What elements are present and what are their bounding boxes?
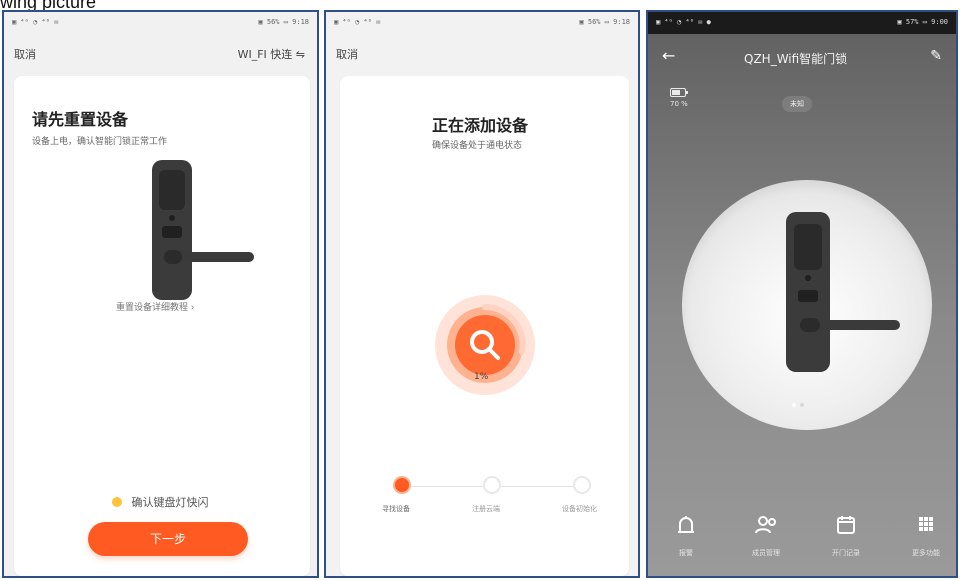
battery-fill	[672, 90, 681, 95]
top-bar: 取消 WI_FI 快连 ⇋	[4, 40, 317, 64]
status-left: ▣ ⁴ᴳ ◔ ⁴⁶ ✉	[12, 18, 59, 26]
status-bar: ▣ ⁴ᴳ ◔ ⁴⁶ ✉ ▣ 56% ▭ 9:18	[326, 12, 638, 34]
carousel-dot[interactable]	[800, 403, 804, 407]
nav-members[interactable]: 成员管理	[736, 512, 796, 558]
confirm-text: 确认键盘灯快闪	[131, 496, 209, 509]
device-title: QZH_Wifi智能门锁	[744, 52, 848, 66]
screen-adding-device: ▣ ⁴ᴳ ◔ ⁴⁶ ✉ ▣ 56% ▭ 9:18 取消 正在添加设备 确保设备处…	[324, 10, 640, 578]
carousel-dots	[792, 392, 822, 407]
nav-records[interactable]: 开门记录	[816, 512, 876, 558]
top-bar: 取消	[326, 40, 638, 64]
step-find-device: 寻找设备	[382, 476, 412, 514]
battery-icon	[670, 88, 688, 97]
step-register-cloud: 注册云端	[472, 476, 502, 514]
grid-icon	[919, 517, 933, 531]
battery-indicator: 70 %	[670, 88, 688, 108]
nav-label: 成员管理	[752, 549, 780, 557]
cancel-button[interactable]: 取消	[14, 46, 36, 62]
nav-label: 报警	[679, 549, 693, 557]
screen-device-detail: ▣ ⁴ᴳ ◔ ⁴⁶ ✉ ● ▣ 57% ▭ 9:00 ← QZH_Wifi智能门…	[646, 10, 958, 578]
calendar-icon	[837, 516, 855, 534]
step-label: 设备初始化	[562, 505, 597, 513]
alarm-icon	[678, 516, 694, 533]
status-right: ▣ 57% ▭ 9:00	[897, 18, 948, 26]
page-subtitle: 确保设备处于通电状态	[432, 141, 523, 151]
users-icon	[755, 516, 776, 534]
step-indicator	[573, 476, 591, 494]
check-icon	[112, 497, 122, 507]
page-title: 请先重置设备	[32, 110, 129, 129]
wifi-quick-connect-button[interactable]: WI_FI 快连 ⇋	[238, 46, 305, 62]
step-label: 寻找设备	[382, 505, 410, 513]
status-badge: 未知	[782, 96, 812, 112]
content-card: 正在添加设备 确保设备处于通电状态 1% 寻找设备 注册云端 设备初始化	[340, 76, 629, 576]
status-bar: ▣ ⁴ᴳ ◔ ⁴⁶ ✉ ▣ 56% ▭ 9:18	[4, 12, 317, 34]
status-left: ▣ ⁴ᴳ ◔ ⁴⁶ ✉	[334, 18, 381, 26]
cancel-button[interactable]: 取消	[336, 46, 358, 62]
back-icon[interactable]: ←	[662, 46, 675, 65]
carousel-dot[interactable]	[792, 403, 796, 407]
status-left: ▣ ⁴ᴳ ◔ ⁴⁶ ✉ ●	[656, 18, 711, 26]
header-bar: ← QZH_Wifi智能门锁 ✎	[648, 40, 956, 74]
reset-tutorial-link[interactable]: 重置设备详细教程 ›	[116, 300, 194, 313]
confirm-row[interactable]: 确认键盘灯快闪	[112, 494, 209, 510]
battery-percent: 70 %	[670, 100, 688, 108]
page-title: 正在添加设备	[432, 116, 529, 135]
nav-more[interactable]: 更多功能	[896, 512, 956, 558]
smart-lock-image	[152, 160, 254, 300]
progress-steps: 寻找设备 注册云端 设备初始化	[382, 476, 597, 526]
status-right: ▣ 56% ▭ 9:18	[579, 18, 630, 26]
searching-animation	[435, 295, 535, 395]
step-indicator	[483, 476, 501, 494]
edit-icon[interactable]: ✎	[930, 48, 942, 64]
progress-percent: 1%	[474, 372, 489, 382]
status-bar: ▣ ⁴ᴳ ◔ ⁴⁶ ✉ ● ▣ 57% ▭ 9:00	[648, 12, 956, 34]
screen-reset-device: ▣ ⁴ᴳ ◔ ⁴⁶ ✉ ▣ 56% ▭ 9:18 取消 WI_FI 快连 ⇋ 请…	[2, 10, 319, 578]
nav-label: 开门记录	[832, 549, 860, 557]
page-subtitle: 设备上电，确认智能门锁正常工作	[32, 137, 168, 147]
bottom-navigation: 报警 成员管理 开门记录 更多功能	[648, 512, 956, 566]
next-button[interactable]: 下一步	[88, 522, 248, 556]
nav-label: 更多功能	[912, 549, 940, 557]
status-right: ▣ 56% ▭ 9:18	[258, 18, 309, 26]
nav-alarm[interactable]: 报警	[656, 512, 716, 558]
step-device-init: 设备初始化	[562, 476, 597, 514]
step-label: 注册云端	[472, 505, 500, 513]
step-indicator	[393, 476, 411, 494]
content-card: 请先重置设备 设备上电，确认智能门锁正常工作 重置设备详细教程 › 确认键盘灯快…	[14, 76, 310, 576]
